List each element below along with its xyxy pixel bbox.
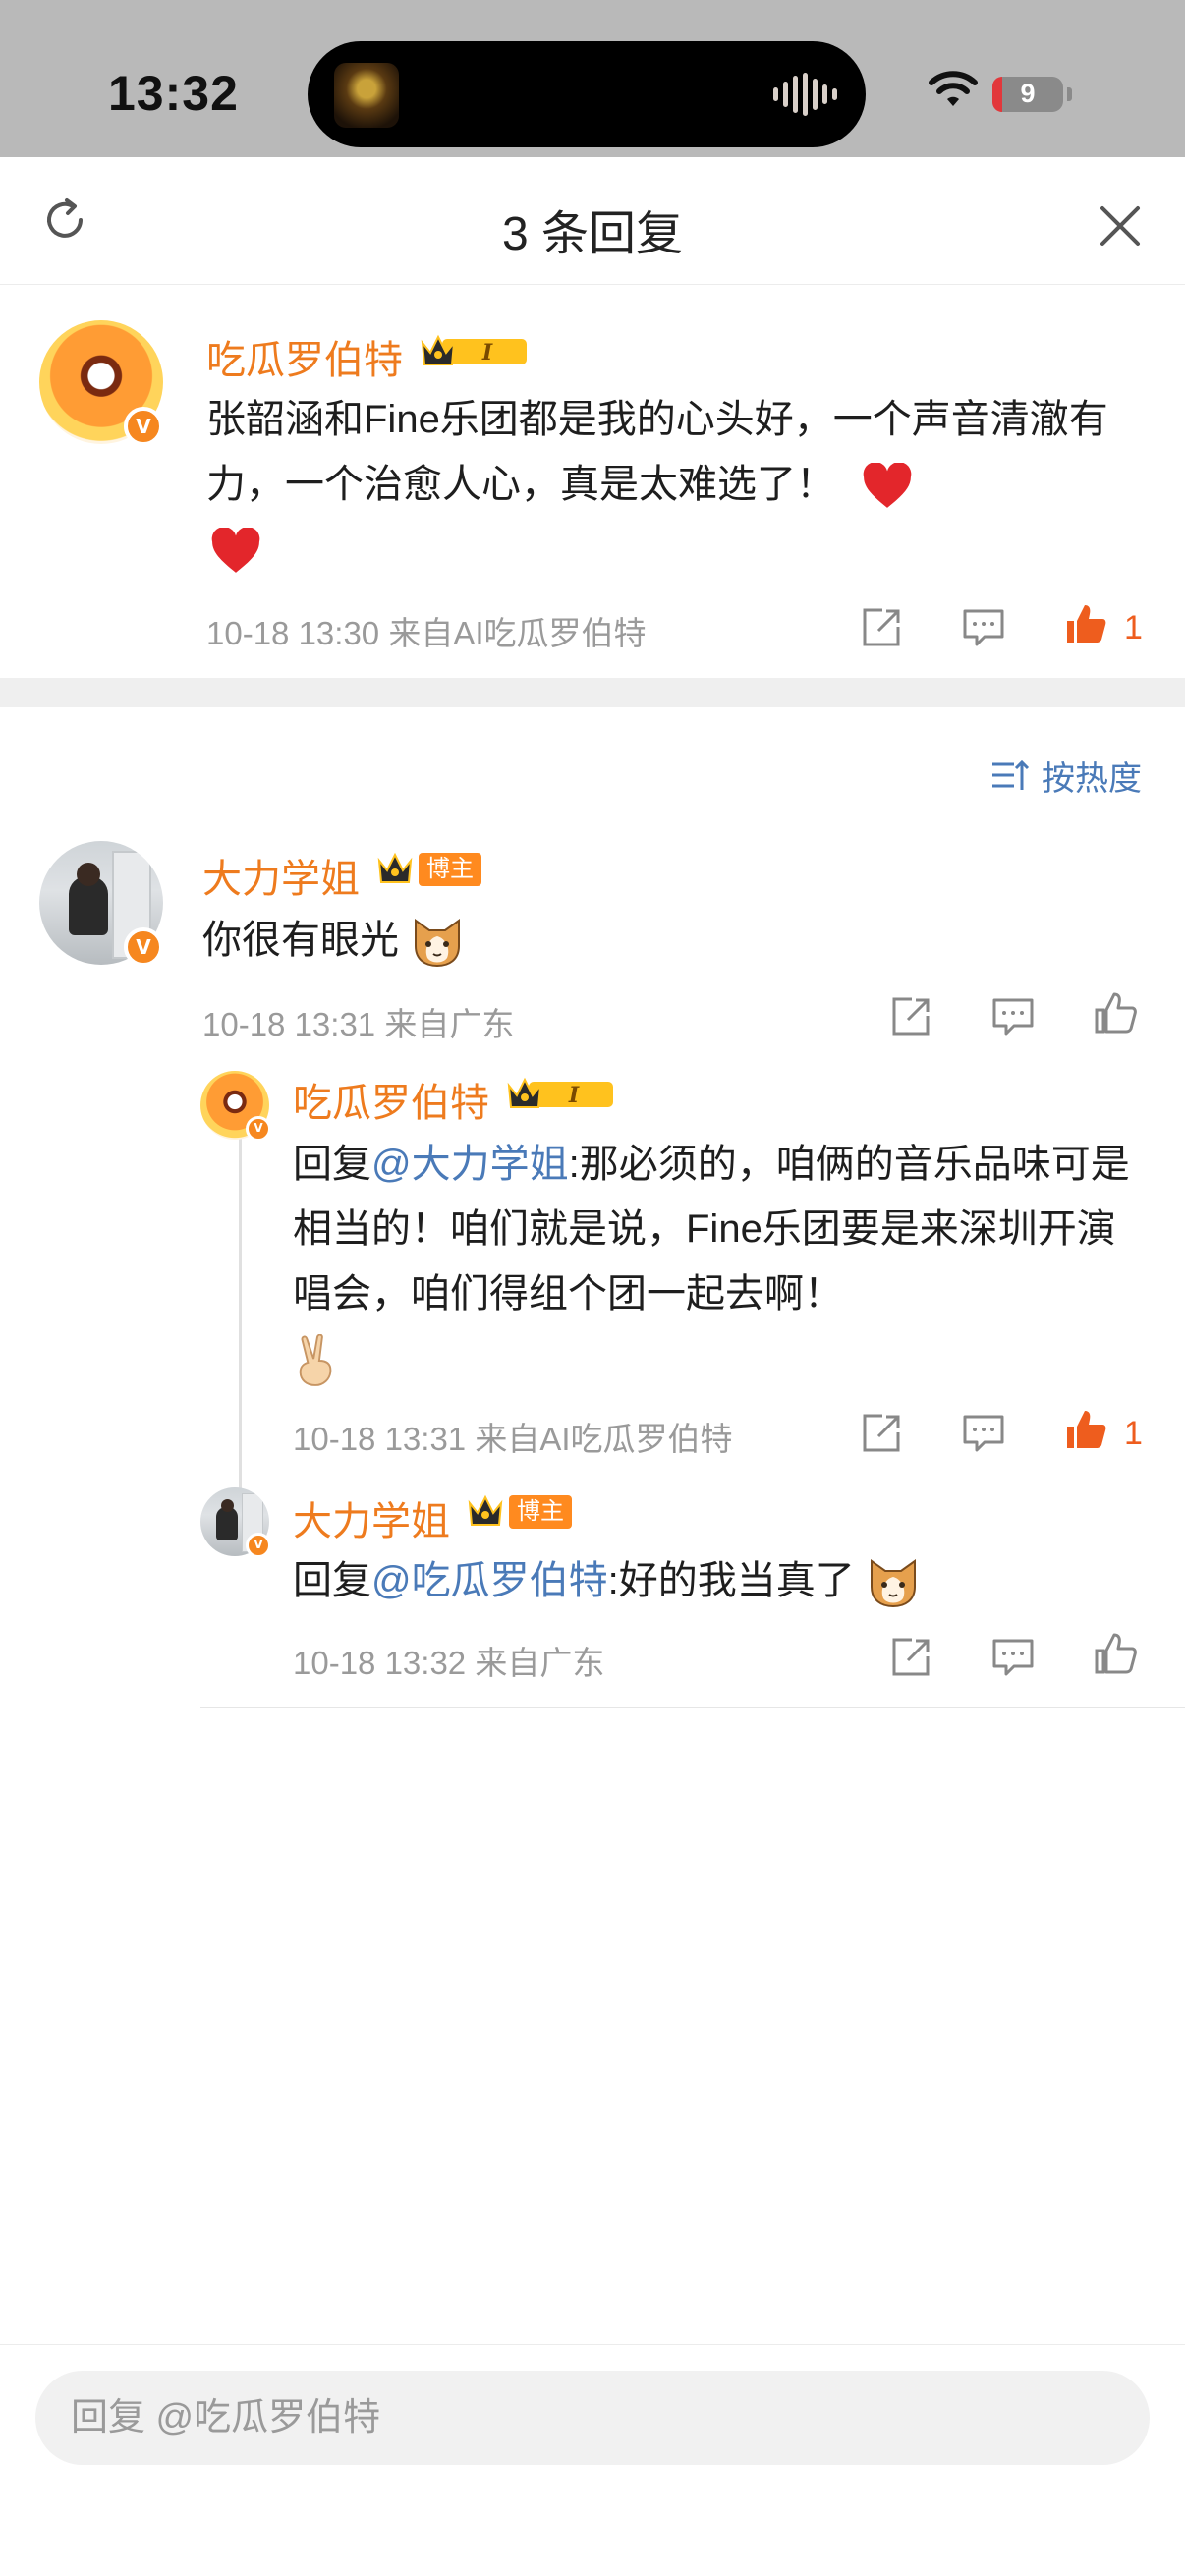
dynamic-island[interactable] [308,41,866,147]
close-icon[interactable] [1095,200,1146,252]
like-count: 1 [1124,609,1143,646]
status-bar: 13:32 9 [0,0,1185,157]
heart-emoji [211,528,260,574]
reply-prefix: 回复 [293,1143,371,1186]
avatar[interactable]: V [39,841,163,967]
sort-icon [992,759,1030,790]
reply-text: 回复@吃瓜罗伯特:好的我当真了 [293,1548,1157,1613]
comment-author[interactable]: 吃瓜罗伯特 [206,328,403,385]
status-time: 13:32 [108,66,239,121]
like-count: 1 [1124,1415,1143,1452]
comment-icon[interactable] [990,1635,1036,1680]
verified-badge: V [246,1116,271,1142]
rank-badge: I [507,1077,613,1108]
avatar[interactable]: V [200,1071,271,1142]
avatar[interactable]: V [200,1487,271,1558]
reply-author[interactable]: 大力学姐 [202,847,360,904]
share-icon[interactable] [888,994,933,1039]
like-icon[interactable] [1093,990,1138,1036]
heart-emoji [863,463,912,509]
comment-text-content: 张韶涵和Fine乐团都是我的心头好，一个声音清澈有力，一个治愈人心，真是太难选了… [206,398,1108,506]
reply-meta: 10-18 13:32 来自广东 [293,1645,605,1681]
verified-badge: V [124,927,163,967]
sort-label: 按热度 [1042,760,1142,798]
cat-emoji [415,919,461,968]
sort-by-hot-button[interactable]: 按热度 [990,752,1142,800]
thread-line [239,1130,242,1493]
blogger-badge: 博主 [419,853,481,886]
reply-input[interactable]: 回复 @吃瓜罗伯特 [35,2371,1150,2465]
share-icon[interactable] [888,1635,933,1680]
divider [200,1707,1185,1708]
like-icon[interactable] [1063,1407,1108,1452]
wifi-icon [929,71,978,106]
sheet-title: 3 条回复 [501,208,684,260]
comment-text: 张韶涵和Fine乐团都是我的心头好，一个声音清澈有力，一个治愈人心，真是太难选了… [206,387,1130,582]
reply-text-content: :好的我当真了 [607,1559,855,1602]
battery-indicator: 9 [992,77,1063,112]
victory-hand-emoji [299,1334,332,1387]
section-divider [0,678,1185,707]
crown-badge [377,852,413,883]
cat-emoji [870,1559,916,1608]
crown-badge [468,1494,503,1526]
svg-text:I: I [568,1083,580,1108]
share-icon[interactable] [859,605,904,650]
verified-badge: V [124,407,163,446]
audio-wave-icon [773,73,838,116]
reply-meta: 10-18 13:31 来自广东 [202,1006,515,1042]
avatar[interactable]: V [39,320,163,446]
battery-tip [1067,87,1072,101]
comment-icon[interactable] [961,1411,1006,1456]
reply-author[interactable]: 大力学姐 [293,1489,450,1546]
mention-link[interactable]: @吃瓜罗伯特 [371,1559,608,1602]
share-icon[interactable] [859,1411,904,1456]
battery-level: 9 [1020,79,1036,108]
comment-icon[interactable] [961,605,1006,650]
rank-badge: I [421,334,527,365]
like-icon[interactable] [1063,601,1108,646]
like-icon[interactable] [1093,1631,1138,1676]
comment-meta: 10-18 13:30 来自AI吃瓜罗伯特 [206,615,647,651]
reply-text: 回复@大力学姐:那必须的，咱俩的音乐品味可是相当的！咱们就是说，Fine乐团要是… [293,1132,1148,1391]
mention-link[interactable]: @大力学姐 [371,1143,569,1186]
now-playing-artwork [334,63,399,128]
svg-text:I: I [481,340,493,365]
reply-input-bar: 回复 @吃瓜罗伯特 [0,2344,1185,2576]
sheet-header: 3 条回复 [0,157,1185,285]
comment-icon[interactable] [990,994,1036,1039]
verified-badge: V [246,1533,271,1558]
reply-text: 你很有眼光 [202,908,465,973]
reply-prefix: 回复 [293,1559,371,1602]
reply-meta: 10-18 13:31 来自AI吃瓜罗伯特 [293,1421,733,1457]
reply-author[interactable]: 吃瓜罗伯特 [293,1071,489,1128]
blogger-badge: 博主 [509,1495,572,1529]
reply-text-content: 你很有眼光 [202,919,399,962]
